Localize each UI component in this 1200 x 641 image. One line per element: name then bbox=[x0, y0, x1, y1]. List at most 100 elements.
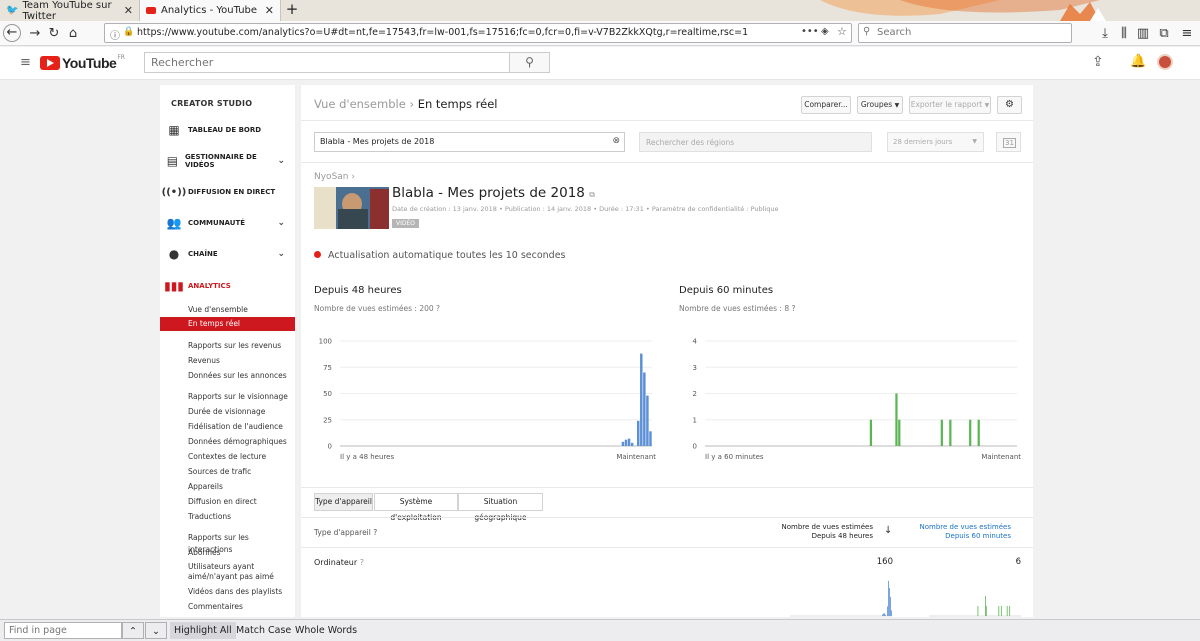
bookmark-star-icon[interactable]: ☆ bbox=[837, 25, 847, 38]
hamburger-menu-icon[interactable]: ≡ bbox=[20, 55, 31, 70]
chart-48h-bar[interactable] bbox=[649, 431, 652, 446]
chart-60m-bar[interactable] bbox=[895, 393, 898, 447]
page-actions-icon[interactable]: ••• bbox=[801, 26, 819, 37]
youtube-logo[interactable]: YouTube FR bbox=[40, 54, 125, 71]
sidebar-item-dashboard[interactable]: ▦ TABLEAU DE BORD bbox=[160, 120, 295, 140]
info-icon[interactable]: ⓘ bbox=[110, 27, 120, 42]
url-bar[interactable]: ⓘ 🔒 https://www.youtube.com/analytics?o=… bbox=[104, 23, 852, 43]
find-next-button[interactable]: ⌄ bbox=[145, 622, 167, 639]
sidebar-sub-devices[interactable]: Appareils bbox=[160, 480, 295, 494]
browser-tab-twitter[interactable]: 🐦 Team YouTube sur Twitter ✕ bbox=[0, 0, 140, 21]
groups-button[interactable]: Groupes ▼ bbox=[857, 96, 903, 114]
channel-breadcrumb[interactable]: NyoSan › bbox=[314, 172, 355, 182]
sidebar-item-analytics[interactable]: ▮▮▮ ANALYTICS bbox=[160, 276, 295, 296]
menu-icon[interactable]: ≡ bbox=[1178, 25, 1196, 43]
chevron-down-icon[interactable]: ⌄ bbox=[277, 249, 285, 259]
close-tab-icon[interactable]: ✕ bbox=[265, 4, 274, 17]
chevron-down-icon[interactable]: ⌄ bbox=[277, 156, 285, 166]
chart-48h-bar[interactable] bbox=[630, 442, 634, 446]
chart-60m-bar[interactable] bbox=[898, 419, 901, 446]
chart-48h-bar[interactable] bbox=[624, 439, 628, 446]
sidebar-item-live[interactable]: ((•)) DIFFUSION EN DIRECT bbox=[160, 182, 295, 202]
browser-tab-analytics[interactable]: Analytics - YouTube ✕ bbox=[140, 0, 281, 21]
chart-48h-bar[interactable] bbox=[640, 353, 643, 446]
tab-device-type[interactable]: Type d'appareil bbox=[314, 493, 373, 511]
tab-os[interactable]: Système d'exploitation bbox=[374, 493, 458, 522]
chart-60m-bar[interactable] bbox=[869, 419, 873, 446]
pocket-icon[interactable]: ◈ bbox=[821, 26, 829, 37]
find-field[interactable] bbox=[5, 623, 121, 638]
match-case-button[interactable]: Match Case bbox=[232, 622, 295, 639]
close-tab-icon[interactable]: ✕ bbox=[124, 4, 133, 17]
sidebar-sub-overview[interactable]: Vue d'ensemble bbox=[160, 303, 295, 317]
upload-icon[interactable]: ⇪ bbox=[1092, 54, 1104, 70]
url-text[interactable]: https://www.youtube.com/analytics?o=U#dt… bbox=[137, 27, 748, 38]
help-icon[interactable]: ? bbox=[792, 304, 796, 313]
period-select[interactable]: 28 derniers jours ▼ bbox=[887, 132, 984, 152]
chevron-down-icon[interactable]: ⌄ bbox=[277, 218, 285, 228]
sidebar-sub-playback[interactable]: Contextes de lecture bbox=[160, 450, 295, 464]
chart-48h-bar[interactable] bbox=[621, 441, 625, 446]
youtube-search-field[interactable] bbox=[145, 53, 509, 72]
sort-arrow-icon[interactable]: ↓ bbox=[884, 525, 892, 536]
whole-words-button[interactable]: Whole Words bbox=[291, 622, 361, 639]
breadcrumb-overview[interactable]: Vue d'ensemble bbox=[314, 97, 406, 111]
sidebar-sub-subscribers[interactable]: Abonnés bbox=[160, 546, 295, 560]
home-icon[interactable]: ⌂ bbox=[64, 25, 82, 43]
search-button[interactable]: ⚲ bbox=[509, 52, 550, 73]
avatar[interactable] bbox=[1157, 54, 1173, 70]
highlight-all-button[interactable]: Highlight All bbox=[170, 622, 236, 639]
region-search-input[interactable]: Rechercher des régions bbox=[639, 132, 872, 152]
chart-48h-bar[interactable] bbox=[646, 395, 649, 446]
table-header-60m[interactable]: Nombre de vues estimées Depuis 60 minute… bbox=[909, 523, 1012, 541]
tab-geography[interactable]: Situation géographique bbox=[458, 493, 543, 522]
help-icon[interactable]: ? bbox=[360, 558, 364, 567]
find-previous-button[interactable]: ⌃ bbox=[122, 622, 144, 639]
video-filter-input[interactable]: Blabla - Mes projets de 2018 ⊗ bbox=[314, 132, 625, 152]
extension-icon[interactable]: ⧉ bbox=[1155, 25, 1173, 43]
external-link-icon[interactable]: ⧉ bbox=[589, 190, 595, 199]
export-report-button[interactable]: Exporter le rapport ▼ bbox=[909, 96, 991, 114]
sidebar-sub-translations[interactable]: Traductions bbox=[160, 510, 295, 524]
help-icon[interactable]: ? bbox=[373, 528, 377, 537]
settings-gear-icon[interactable]: ⚙ bbox=[997, 96, 1022, 114]
new-tab-button[interactable]: + bbox=[284, 0, 300, 21]
video-thumbnail[interactable] bbox=[314, 187, 389, 229]
sidebar-item-community[interactable]: 👥 COMMUNAUTÉ ⌄ bbox=[160, 213, 295, 233]
sidebar-sub-realtime[interactable]: En temps réel bbox=[160, 317, 295, 331]
downloads-icon[interactable]: ⤓ bbox=[1096, 25, 1114, 43]
help-icon[interactable]: ? bbox=[436, 304, 440, 313]
table-header-device[interactable]: Type d'appareil ? bbox=[314, 528, 377, 537]
sidebar-sub-ads[interactable]: Données sur les annonces bbox=[160, 369, 295, 383]
sidebar-sub-retention[interactable]: Fidélisation de l'audience bbox=[160, 420, 295, 434]
browser-search-bar[interactable]: ⚲ Search bbox=[858, 23, 1072, 43]
notifications-bell-icon[interactable]: 🔔 bbox=[1130, 54, 1146, 69]
sidebar-toggle-icon[interactable]: ▥ bbox=[1134, 25, 1152, 43]
search-placeholder[interactable]: Search bbox=[877, 27, 911, 38]
sidebar-sub-comments[interactable]: Commentaires bbox=[160, 600, 295, 614]
back-icon[interactable]: ← bbox=[3, 24, 21, 42]
sidebar-item-video-manager[interactable]: ▤ GESTIONNAIRE DE VIDÉOS ⌄ bbox=[160, 151, 295, 171]
chart-60m-bar[interactable] bbox=[949, 419, 952, 446]
calendar-button[interactable]: 31 bbox=[996, 132, 1021, 152]
chart-60m-bar[interactable] bbox=[977, 419, 980, 446]
reload-icon[interactable]: ↻ bbox=[45, 25, 63, 43]
forward-icon[interactable]: → bbox=[26, 25, 44, 43]
clear-filter-icon[interactable]: ⊗ bbox=[612, 136, 620, 146]
compare-button[interactable]: Comparer... bbox=[801, 96, 851, 114]
sidebar-sub-watch-time[interactable]: Durée de visionnage bbox=[160, 405, 295, 419]
library-icon[interactable]: ⫼ bbox=[1115, 25, 1133, 43]
lock-icon[interactable]: 🔒 bbox=[123, 27, 134, 37]
sidebar-sub-revenue[interactable]: Revenus bbox=[160, 354, 295, 368]
sidebar-sub-likes[interactable]: Utilisateurs ayant aimé/n'ayant pas aimé bbox=[188, 562, 288, 582]
chart-60m-bar[interactable] bbox=[940, 419, 943, 446]
chart-48h-bar[interactable] bbox=[627, 438, 631, 446]
chart-48h-bar[interactable] bbox=[643, 372, 646, 447]
chart-60m-bar[interactable] bbox=[969, 419, 972, 446]
channel-name[interactable]: NyoSan bbox=[314, 172, 349, 182]
sidebar-sub-live[interactable]: Diffusion en direct bbox=[160, 495, 295, 509]
sidebar-sub-traffic[interactable]: Sources de trafic bbox=[160, 465, 295, 479]
table-header-48h[interactable]: Nombre de vues estimées Depuis 48 heures bbox=[771, 523, 874, 541]
sidebar-sub-playlists[interactable]: Vidéos dans des playlists bbox=[160, 585, 295, 599]
youtube-search-input[interactable] bbox=[144, 52, 510, 73]
